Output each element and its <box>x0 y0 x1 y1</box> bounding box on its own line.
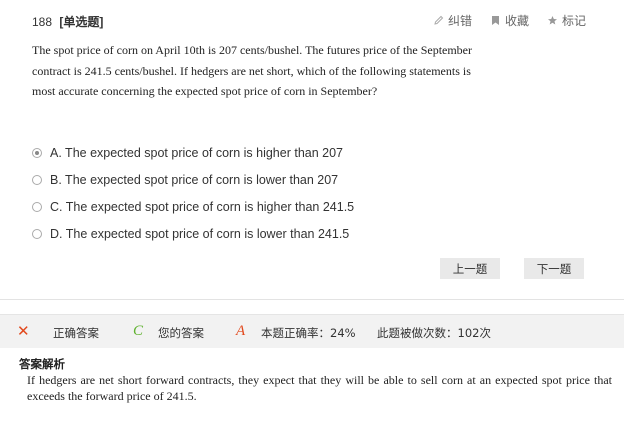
your-answer-value: A <box>236 323 246 339</box>
result-bar: ✕ 正确答案 C 您的答案 A 本题正确率：24% 此题被做次数：102次 <box>0 314 624 348</box>
question-type: [单选题] <box>59 15 104 29</box>
your-answer-label: 您的答案 <box>158 326 204 340</box>
pencil-icon <box>433 15 444 26</box>
option-b[interactable]: B. The expected spot price of corn is lo… <box>32 166 354 193</box>
correct-answer-value: C <box>133 323 144 339</box>
radio-icon[interactable] <box>32 228 42 239</box>
radio-checked-icon[interactable] <box>32 147 42 158</box>
option-c[interactable]: C. The expected spot price of corn is hi… <box>32 193 354 220</box>
bookmark-icon <box>490 15 501 26</box>
option-d[interactable]: D. The expected spot price of corn is lo… <box>32 220 354 247</box>
favorite-button[interactable]: 收藏 <box>490 12 529 29</box>
option-b-label: B. The expected spot price of corn is lo… <box>50 172 339 187</box>
favorite-label: 收藏 <box>504 14 529 28</box>
mark-button[interactable]: 标记 <box>547 12 586 29</box>
question-card: 188 [单选题] 纠错 收藏 标记 The spot price of cor… <box>0 0 624 300</box>
accuracy-rate: 本题正确率：24% <box>261 326 356 340</box>
star-icon <box>547 15 558 26</box>
analysis-title: 答案解析 <box>19 357 65 371</box>
question-number: 188 <box>32 15 53 29</box>
radio-icon[interactable] <box>32 201 42 212</box>
option-c-label: C. The expected spot price of corn is hi… <box>50 199 355 214</box>
analysis-body: If hedgers are net short forward contrac… <box>27 373 612 403</box>
report-error-label: 纠错 <box>447 14 472 28</box>
answer-options: A. The expected spot price of corn is hi… <box>32 139 354 247</box>
question-header: 188 [单选题] <box>32 13 103 30</box>
option-d-label: D. The expected spot price of corn is lo… <box>50 226 350 241</box>
option-a[interactable]: A. The expected spot price of corn is hi… <box>32 139 354 166</box>
correct-answer-label: 正确答案 <box>53 326 99 340</box>
question-actions: 纠错 收藏 标记 <box>433 12 586 29</box>
next-question-button[interactable]: 下一题 <box>524 258 584 279</box>
option-a-label: A. The expected spot price of corn is hi… <box>50 145 344 160</box>
mark-label: 标记 <box>561 14 586 28</box>
radio-icon[interactable] <box>32 174 42 185</box>
wrong-answer-icon: ✕ <box>17 322 30 340</box>
attempt-count: 此题被做次数：102次 <box>377 326 491 340</box>
prev-question-button[interactable]: 上一题 <box>440 258 500 279</box>
question-stem: The spot price of corn on April 10th is … <box>32 43 473 98</box>
report-error-button[interactable]: 纠错 <box>433 12 472 29</box>
